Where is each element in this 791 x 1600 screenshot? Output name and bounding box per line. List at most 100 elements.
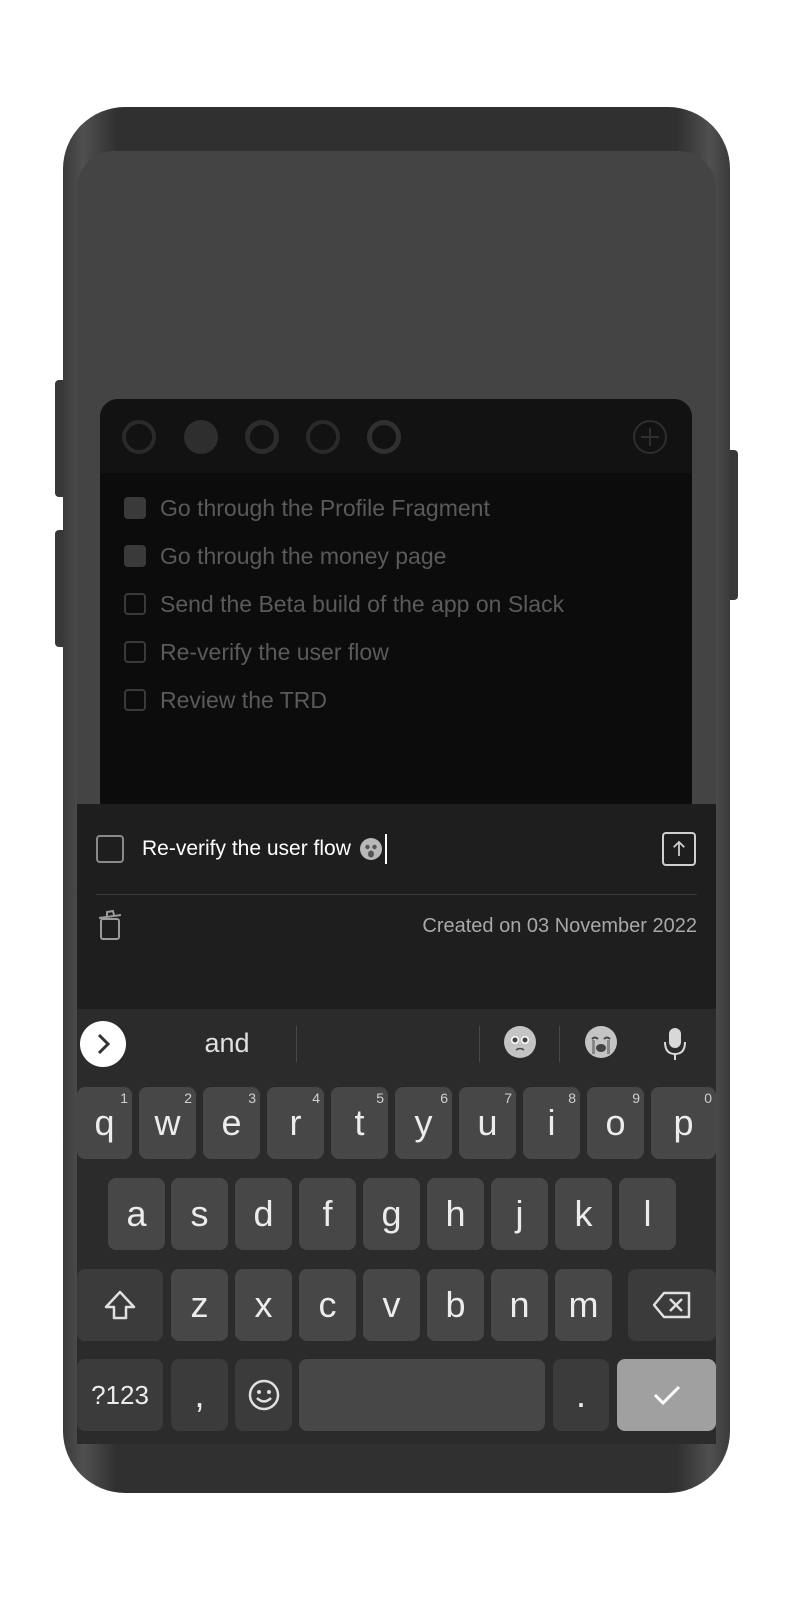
key-label: k [574, 1193, 593, 1234]
edit-task-checkbox[interactable] [96, 835, 124, 863]
key-g[interactable]: g [363, 1178, 420, 1250]
key-i[interactable]: i8 [523, 1087, 580, 1159]
key-t[interactable]: t5 [331, 1087, 388, 1159]
suggestion-divider [479, 1026, 480, 1062]
key-hint: 8 [568, 1090, 576, 1106]
comma-key[interactable]: , [171, 1359, 228, 1431]
pleading-face-icon[interactable] [504, 1026, 536, 1058]
task-checkbox[interactable] [124, 545, 146, 567]
key-label: z [190, 1284, 209, 1325]
volume-up-button [55, 380, 63, 497]
key-f[interactable]: f [299, 1178, 356, 1250]
key-z[interactable]: z [171, 1269, 228, 1341]
microphone-icon[interactable] [663, 1026, 687, 1062]
key-k[interactable]: k [555, 1178, 612, 1250]
key-label: w [154, 1102, 181, 1143]
key-r[interactable]: r4 [267, 1087, 324, 1159]
task-item[interactable]: Review the TRD [124, 685, 327, 715]
chevron-right-icon[interactable] [80, 1021, 126, 1067]
key-label: c [318, 1284, 337, 1325]
backspace-icon [652, 1291, 691, 1319]
task-label: Go through the money page [160, 542, 447, 569]
done-key[interactable] [617, 1359, 716, 1431]
key-e[interactable]: e3 [203, 1087, 260, 1159]
key-x[interactable]: x [235, 1269, 292, 1341]
key-o[interactable]: o9 [587, 1087, 644, 1159]
upload-icon[interactable] [662, 832, 696, 866]
task-item[interactable]: Go through the Profile Fragment [124, 493, 490, 523]
key-label: p [673, 1102, 694, 1143]
volume-down-button [55, 530, 63, 647]
key-label: . [575, 1374, 586, 1415]
task-checkbox[interactable] [124, 593, 146, 615]
plus-circle-icon[interactable] [632, 419, 668, 455]
period-key[interactable]: . [553, 1359, 609, 1431]
key-label: h [445, 1193, 466, 1234]
color-dot-2[interactable] [184, 420, 218, 454]
key-y[interactable]: y6 [395, 1087, 452, 1159]
key-s[interactable]: s [171, 1178, 228, 1250]
emoji-key[interactable] [235, 1359, 292, 1431]
key-n[interactable]: n [491, 1269, 548, 1341]
key-label: o [605, 1102, 626, 1143]
key-l[interactable]: l [619, 1178, 676, 1250]
key-label: e [221, 1102, 242, 1143]
suggestion-word[interactable]: and [157, 1028, 297, 1059]
color-dot-5[interactable] [367, 420, 401, 454]
key-label: r [289, 1102, 302, 1143]
key-label: u [477, 1102, 498, 1143]
keyboard: a n d q 1 w 2 e 3 r 4 t 5 y 6 u 7 i 8 o 9 … [77, 1009, 716, 1444]
symbols-key[interactable]: ?123 [77, 1359, 163, 1431]
key-c[interactable]: c [299, 1269, 356, 1341]
task-checkbox[interactable] [124, 497, 146, 519]
task-label: Review the TRD [160, 686, 328, 713]
task-text: Re-verify the user flow [142, 837, 351, 860]
key-hint: 3 [248, 1090, 256, 1106]
key-m[interactable]: m [555, 1269, 612, 1341]
shift-icon [104, 1290, 136, 1320]
key-p[interactable]: p0 [651, 1087, 716, 1159]
task-text-input[interactable]: Re-verify the user flow [142, 832, 387, 866]
key-j[interactable]: j [491, 1178, 548, 1250]
power-button [730, 450, 738, 600]
key-v[interactable]: v [363, 1269, 420, 1341]
color-dot-1[interactable] [122, 420, 156, 454]
card-header [100, 399, 692, 473]
key-hint: 2 [184, 1090, 192, 1106]
task-item[interactable]: Go through the money page [124, 541, 446, 571]
shift-key[interactable] [77, 1269, 163, 1341]
task-item[interactable]: Re-verify the user flow [124, 637, 389, 667]
suggestion-bar: and [77, 1009, 716, 1081]
key-d[interactable]: d [235, 1178, 292, 1250]
suggestion-divider [296, 1026, 297, 1062]
key-label: q [94, 1102, 115, 1143]
key-u[interactable]: u7 [459, 1087, 516, 1159]
key-w[interactable]: w2 [139, 1087, 196, 1159]
task-checkbox[interactable] [124, 689, 146, 711]
color-dot-4[interactable] [306, 420, 340, 454]
key-label: , [194, 1374, 205, 1415]
key-hint: 4 [312, 1090, 320, 1106]
task-label: Send the Beta build of the app on Slack [160, 590, 565, 617]
task-item[interactable]: Send the Beta build of the app on Slack [124, 589, 564, 619]
key-h[interactable]: h [427, 1178, 484, 1250]
key-label: j [515, 1193, 524, 1234]
backspace-key[interactable] [628, 1269, 716, 1341]
phone-screen: Go through the Profile Fragment Go throu… [77, 151, 716, 1444]
key-label: a [126, 1193, 147, 1234]
crying-face-icon[interactable] [585, 1026, 617, 1058]
trash-icon[interactable] [97, 909, 123, 941]
key-q[interactable]: q1 [77, 1087, 132, 1159]
key-hint: 9 [632, 1090, 640, 1106]
key-label: g [381, 1193, 402, 1234]
key-hint: 5 [376, 1090, 384, 1106]
color-dot-3[interactable] [245, 420, 279, 454]
face-screaming-icon [359, 838, 382, 860]
space-key[interactable] [299, 1359, 545, 1431]
key-a[interactable]: a [108, 1178, 165, 1250]
todo-card: Go through the Profile Fragment Go throu… [100, 399, 692, 819]
key-label: f [322, 1193, 333, 1234]
task-checkbox[interactable] [124, 641, 146, 663]
key-b[interactable]: b [427, 1269, 484, 1341]
key-label: b [445, 1284, 466, 1325]
